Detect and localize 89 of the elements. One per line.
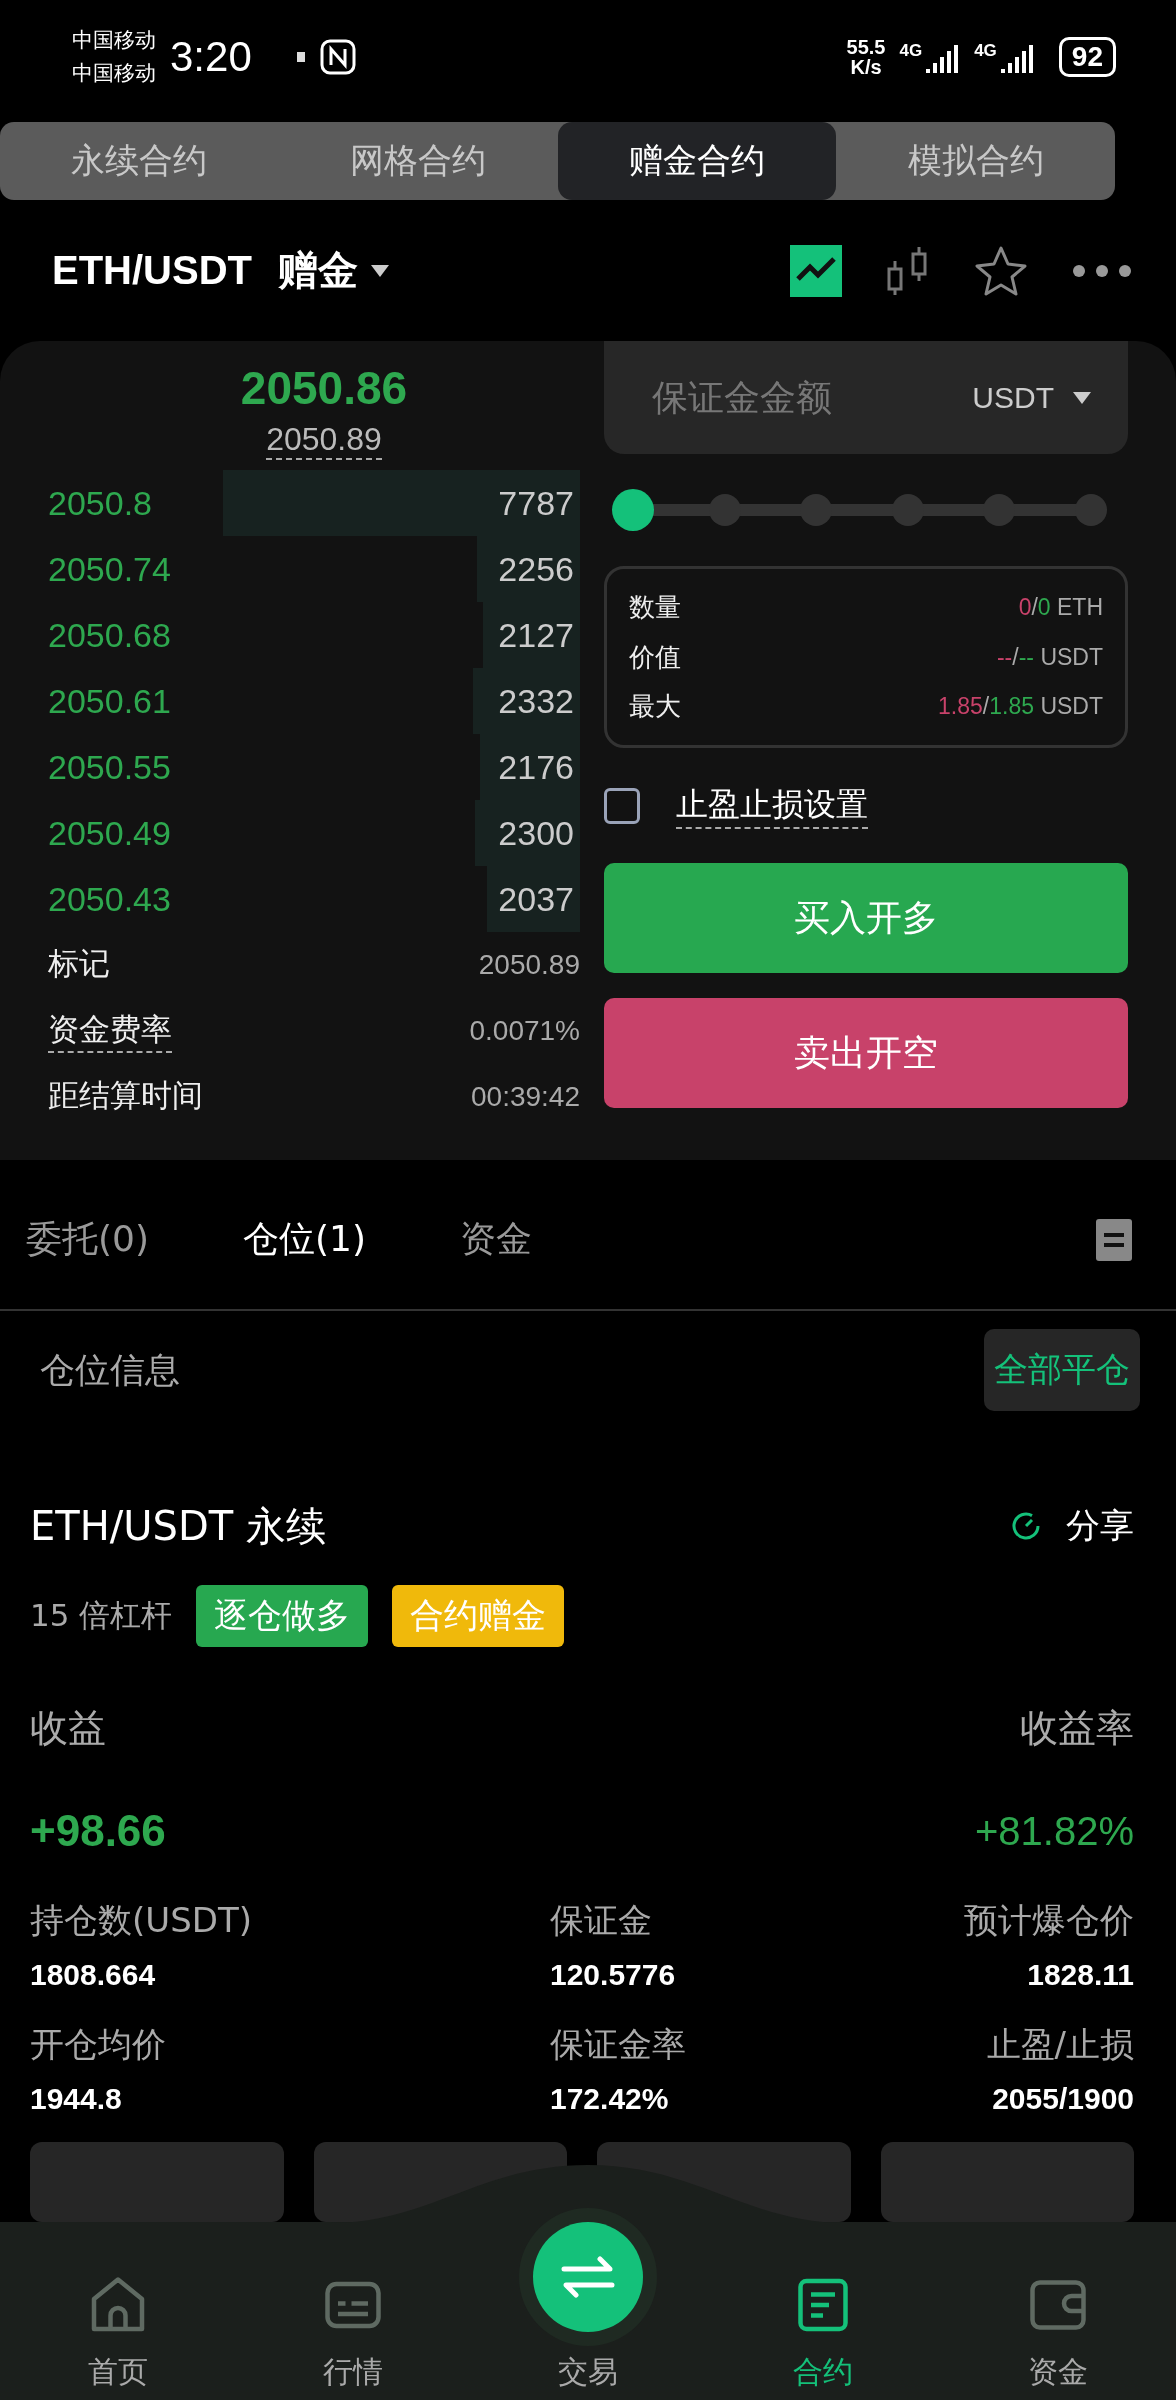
checkbox[interactable] bbox=[604, 787, 640, 824]
chart-icon[interactable] bbox=[790, 244, 842, 297]
nav-item[interactable]: 合约 bbox=[705, 2222, 941, 2400]
position-tab[interactable]: 资金 bbox=[460, 1215, 532, 1265]
order-quantity: 2256 bbox=[498, 549, 574, 589]
order-quantity: 2300 bbox=[498, 813, 574, 853]
dropdown-icon[interactable] bbox=[370, 263, 390, 278]
candlestick-icon[interactable] bbox=[886, 244, 930, 297]
mode-tab[interactable]: 模拟合约 bbox=[836, 121, 1115, 201]
last-price: 2050.86 bbox=[240, 361, 408, 416]
dropdown-icon[interactable] bbox=[1072, 390, 1092, 405]
mode-tab[interactable]: 永续合约 bbox=[0, 121, 279, 201]
field-label: 保证金 bbox=[550, 1899, 652, 1942]
pnl-label: 收益 bbox=[30, 1705, 106, 1752]
star-icon[interactable] bbox=[974, 244, 1028, 297]
network-speed: 55.5 bbox=[846, 37, 886, 58]
amount-field[interactable]: 保证金金额 USDT bbox=[604, 341, 1128, 455]
field-value: 1944.8 bbox=[30, 2082, 122, 2116]
stat-label: 资金费率 bbox=[48, 1009, 172, 1054]
field-value: 172.42% bbox=[550, 2082, 669, 2116]
stat-label: 距结算时间 bbox=[48, 1076, 203, 1116]
unit-selector[interactable]: USDT bbox=[972, 380, 1054, 415]
order-price[interactable]: 2050.8 bbox=[48, 483, 152, 523]
position-tag: 逐仓做多 bbox=[196, 1585, 369, 1647]
order-quantity: 2037 bbox=[498, 879, 574, 919]
summary-value: --/-- USDT bbox=[996, 643, 1103, 671]
order-quantity: 2332 bbox=[498, 681, 574, 721]
sell-button[interactable]: 卖出开空 bbox=[604, 998, 1128, 1109]
nav-item[interactable]: 资金 bbox=[940, 2222, 1176, 2400]
position-symbol: ETH/USDT 永续 bbox=[30, 1501, 326, 1551]
roe-label: 收益率 bbox=[1020, 1705, 1134, 1752]
order-quantity: 2127 bbox=[498, 615, 574, 655]
stat-label: 标记 bbox=[48, 944, 110, 984]
mode-tab[interactable]: 网格合约 bbox=[278, 121, 558, 201]
stat-value: 00:39:42 bbox=[471, 1081, 580, 1114]
field-value: 2055/1900 bbox=[992, 2082, 1134, 2116]
field-value: 1808.664 bbox=[30, 1958, 156, 1992]
field-label: 预计爆仓价 bbox=[964, 1899, 1134, 1942]
summary-value: 1.85/1.85 USDT bbox=[938, 693, 1103, 720]
summary-value: 0/0 ETH bbox=[1018, 594, 1103, 622]
position-tab[interactable]: 仓位(1) bbox=[243, 1215, 366, 1265]
summary-label: 数量 bbox=[629, 591, 681, 625]
network-type: 4G bbox=[974, 41, 997, 62]
roe-value: +81.82% bbox=[974, 1808, 1134, 1854]
position-tag: 合约赠金 bbox=[392, 1585, 565, 1647]
field-value: 1828.11 bbox=[1027, 1958, 1134, 1992]
pnl-value: +98.66 bbox=[30, 1806, 166, 1856]
leverage-label: 15 倍杠杆 bbox=[30, 1596, 173, 1635]
field-label: 止盈/止损 bbox=[986, 2023, 1134, 2066]
order-price[interactable]: 2050.68 bbox=[48, 615, 171, 655]
nav-item[interactable]: 首页 bbox=[0, 2222, 236, 2400]
battery-indicator: 92 bbox=[1058, 37, 1116, 78]
position-tab[interactable]: 委托(0) bbox=[26, 1215, 149, 1265]
mark-price[interactable]: 2050.89 bbox=[266, 421, 382, 461]
field-value: 120.5776 bbox=[550, 1958, 676, 1992]
summary-label: 最大 bbox=[629, 690, 681, 723]
order-price[interactable]: 2050.61 bbox=[48, 681, 171, 721]
checkbox-label[interactable]: 止盈止损设置 bbox=[676, 782, 868, 829]
slider-thumb[interactable] bbox=[612, 489, 654, 532]
field-label: 保证金率 bbox=[550, 2023, 686, 2066]
network-type: 4G bbox=[899, 41, 923, 62]
share-button[interactable]: 分享 bbox=[1008, 1503, 1134, 1549]
field-label: 持仓数(USDT) bbox=[30, 1899, 252, 1942]
order-quantity: 7787 bbox=[498, 483, 574, 523]
order-quantity: 2176 bbox=[498, 747, 574, 787]
stat-value: 2050.89 bbox=[478, 949, 580, 982]
more-icon[interactable] bbox=[1072, 263, 1132, 278]
summary-label: 价值 bbox=[629, 640, 681, 674]
field-label: 开仓均价 bbox=[30, 2023, 166, 2066]
trading-pair[interactable]: ETH/USDT bbox=[52, 248, 252, 294]
order-price[interactable]: 2050.74 bbox=[48, 549, 171, 589]
nfc-icon bbox=[319, 39, 356, 76]
order-price[interactable]: 2050.55 bbox=[48, 747, 171, 787]
nav-item[interactable]: 交易 bbox=[470, 2222, 706, 2400]
carrier-name: 中国移动 bbox=[72, 27, 156, 55]
order-price[interactable]: 2050.43 bbox=[48, 879, 171, 919]
clock-time: 3:20 bbox=[170, 33, 252, 82]
carrier-name: 中国移动 bbox=[72, 60, 156, 88]
notification-icon bbox=[295, 51, 306, 64]
nav-item[interactable]: 行情 bbox=[235, 2222, 471, 2400]
stat-value: 0.0071% bbox=[469, 1015, 580, 1048]
section-title: 仓位信息 bbox=[40, 1348, 180, 1392]
close-all-button[interactable]: 全部平仓 bbox=[984, 1329, 1140, 1411]
order-price[interactable]: 2050.49 bbox=[48, 813, 171, 853]
mode-tab[interactable]: 赠金合约 bbox=[557, 121, 837, 201]
slider-step[interactable] bbox=[1075, 494, 1107, 527]
mode-label[interactable]: 赠金 bbox=[278, 243, 358, 299]
list-icon[interactable] bbox=[1096, 1218, 1132, 1261]
network-speed: K/s bbox=[850, 57, 882, 78]
